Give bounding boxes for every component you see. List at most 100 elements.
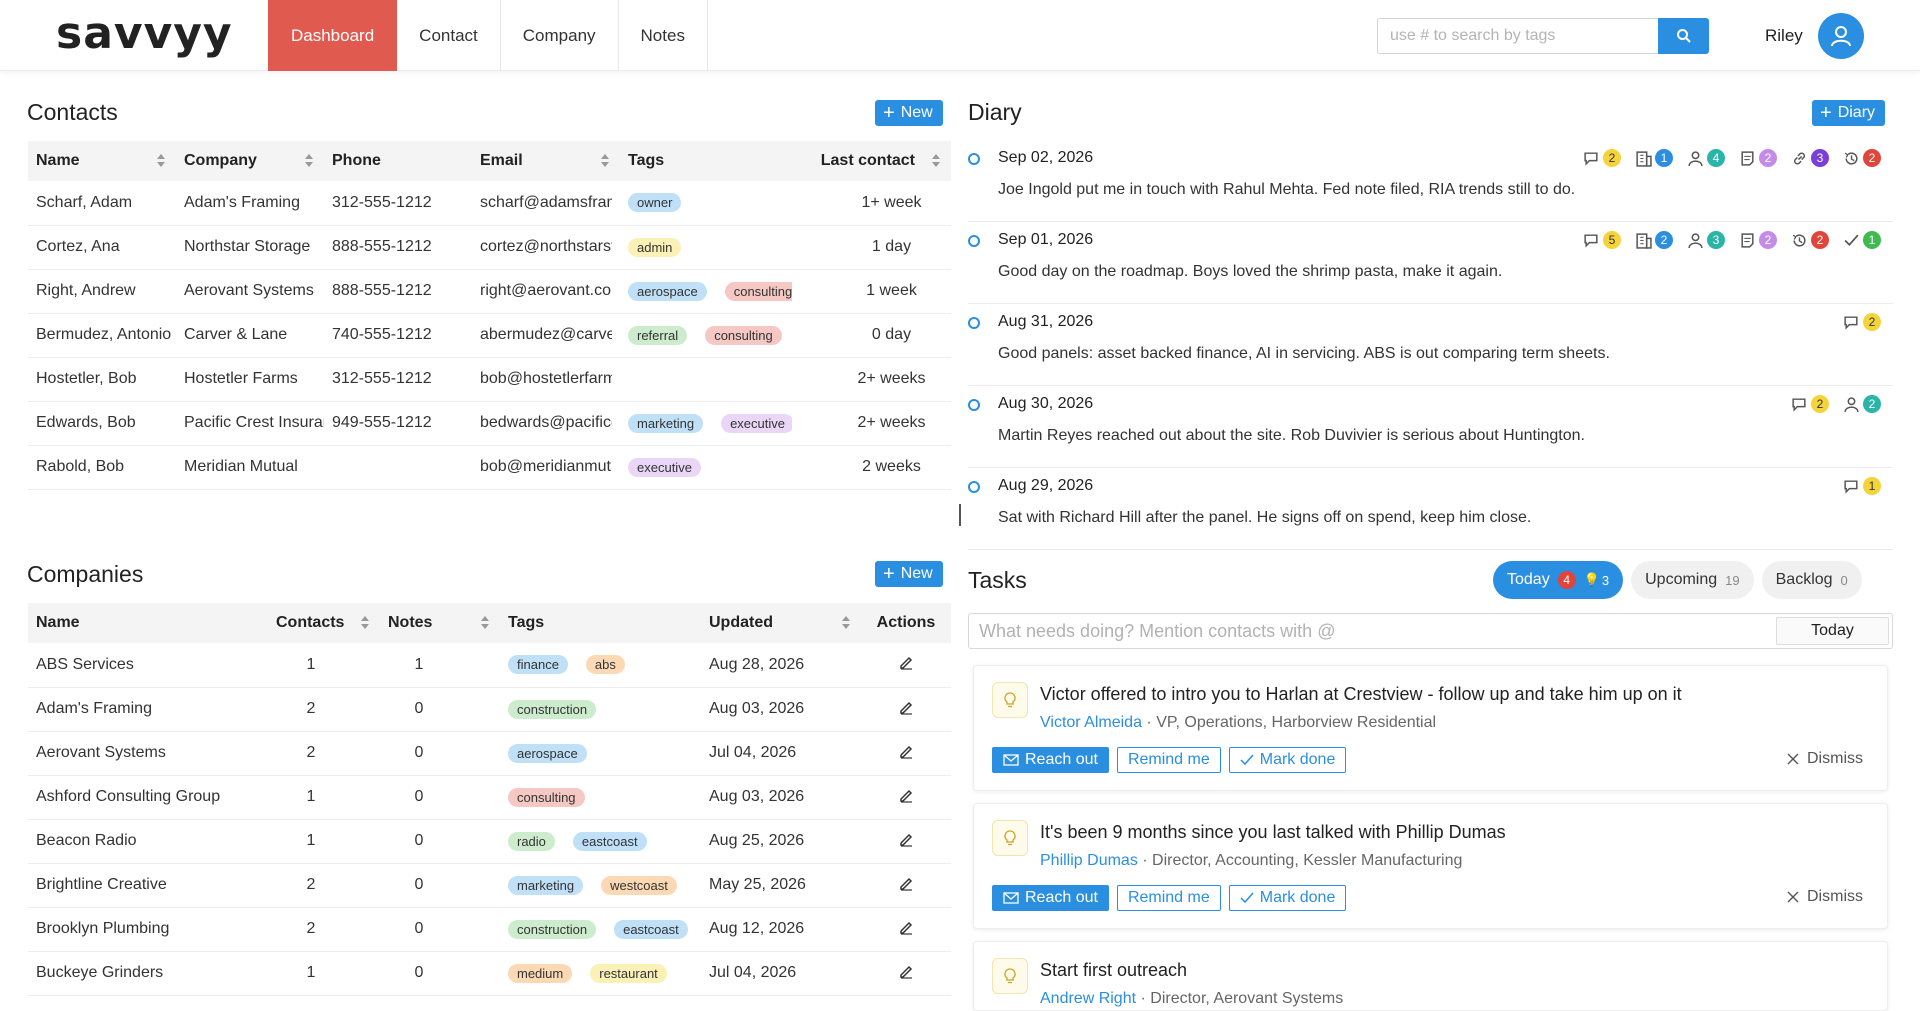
edit-icon[interactable] <box>898 963 914 979</box>
contact-name[interactable]: Bermudez, Antonio <box>28 313 176 358</box>
col-last-contact[interactable]: Last contact <box>800 141 951 181</box>
new-diary-button[interactable]: + Diary <box>1812 100 1886 126</box>
company-name[interactable]: Buckeye Grinders <box>28 951 268 996</box>
company-name[interactable]: Brightline Creative <box>28 863 268 908</box>
diary-badge[interactable]: 5 <box>1583 231 1621 249</box>
diary-badge[interactable]: 2 <box>1843 395 1881 413</box>
table-row[interactable]: Ashford Consulting Group 1 0 consulting Aug … <box>28 775 951 820</box>
tag-badge[interactable]: marketing <box>628 413 704 433</box>
company-name[interactable]: Beacon Radio <box>28 819 268 864</box>
task-contact-link[interactable]: Victor Almeida <box>1040 714 1142 731</box>
tag-badge[interactable]: restaurant <box>590 963 667 983</box>
tag-badge[interactable]: construction <box>508 699 597 719</box>
tag-badge[interactable]: construction <box>508 919 597 939</box>
tab-backlog[interactable]: Backlog 0 <box>1761 561 1862 599</box>
remind-me-button[interactable]: Remind me <box>1116 747 1221 773</box>
diary-badge[interactable]: 1 <box>1843 231 1881 249</box>
task-contact-link[interactable]: Andrew Right <box>1040 990 1136 1007</box>
contacts-scrollbar[interactable] <box>959 504 961 526</box>
edit-icon[interactable] <box>898 743 914 759</box>
company-name[interactable]: ABS Services <box>28 643 268 688</box>
edit-icon[interactable] <box>898 787 914 803</box>
contact-name[interactable]: Cortez, Ana <box>28 225 176 270</box>
tag-badge[interactable]: consulting <box>705 325 782 345</box>
tag-badge[interactable]: referral <box>628 325 688 345</box>
diary-badge[interactable]: 2 <box>1843 313 1881 331</box>
contact-name[interactable]: Scharf, Adam <box>28 181 176 226</box>
task-card[interactable]: It's been 9 months since you last talked… <box>973 803 1888 929</box>
tag-badge[interactable]: finance <box>508 655 568 675</box>
nav-notes[interactable]: Notes <box>619 0 708 71</box>
user-name[interactable]: Riley <box>1765 26 1803 46</box>
tag-badge[interactable]: owner <box>628 193 682 213</box>
tag-badge[interactable]: consulting <box>724 281 792 301</box>
col-company[interactable]: Company <box>176 141 324 181</box>
table-row[interactable]: Adam's Framing 2 0 construction Aug 03, 2026 <box>28 687 951 732</box>
company-name[interactable]: Aerovant Systems <box>28 731 268 776</box>
mark-done-button[interactable]: Mark done <box>1228 747 1347 773</box>
new-task-input[interactable] <box>968 613 1893 649</box>
table-row[interactable]: ABS Services 1 1 finance abs Aug 28, 2026 <box>28 643 951 688</box>
tag-search-input[interactable] <box>1377 18 1659 54</box>
diary-entry[interactable]: Sep 02, 2026 2 1 4 2 3 2 Joe Ingold put me in t… <box>968 140 1893 222</box>
sort-icon[interactable] <box>841 616 851 630</box>
col-updated[interactable]: Updated <box>701 603 861 643</box>
task-card[interactable]: Start first outreach Andrew Right · Direc… <box>973 941 1888 1011</box>
table-row[interactable]: Beacon Radio 1 0 radio eastcoast Aug 25, 2026 <box>28 819 951 864</box>
tag-badge[interactable]: marketing <box>508 875 584 895</box>
sort-icon[interactable] <box>931 154 941 168</box>
diary-badge[interactable]: 2 <box>1739 149 1777 167</box>
table-row[interactable]: Brightline Creative 2 0 marketing westcoast M… <box>28 863 951 908</box>
reach-out-button[interactable]: Reach out <box>992 747 1109 773</box>
diary-badge[interactable]: 2 <box>1583 149 1621 167</box>
table-row[interactable]: Edwards, BobPacific Crest Insurance949-5… <box>28 401 951 446</box>
table-row[interactable]: Brooklyn Plumbing 2 0 construction eastcoast… <box>28 907 951 952</box>
tag-badge[interactable]: admin <box>628 237 682 257</box>
diary-entry[interactable]: Aug 31, 2026 2 Good panels: asset backed f… <box>968 304 1893 386</box>
dismiss-button[interactable]: Dismiss <box>1787 888 1863 906</box>
col-email[interactable]: Email <box>472 141 620 181</box>
task-card[interactable]: Victor offered to intro you to Harlan at… <box>973 665 1888 791</box>
diary-badge[interactable]: 1 <box>1635 149 1673 167</box>
table-row[interactable]: Scharf, Adam Adam's Framing 312-555-1212 sc… <box>28 181 951 226</box>
tag-badge[interactable]: consulting <box>508 787 585 807</box>
table-row[interactable]: Rabold, Bob Meridian Mutual bob@meridianmu… <box>28 445 951 490</box>
contact-name[interactable]: Right, Andrew <box>28 269 176 314</box>
nav-contact[interactable]: Contact <box>397 0 501 71</box>
diary-badge[interactable]: 3 <box>1687 231 1725 249</box>
tag-badge[interactable]: aerospace <box>508 743 587 763</box>
tag-badge[interactable]: westcoast <box>601 875 677 895</box>
diary-entry[interactable]: Aug 29, 2026 1 Sat with Richard Hill after… <box>968 468 1893 550</box>
col-contacts[interactable]: Contacts <box>268 603 380 643</box>
tab-upcoming[interactable]: Upcoming 19 <box>1631 561 1754 599</box>
contact-name[interactable]: Rabold, Bob <box>28 445 176 490</box>
tag-badge[interactable]: medium <box>508 963 573 983</box>
tag-badge[interactable]: eastcoast <box>572 831 647 851</box>
remind-me-button[interactable]: Remind me <box>1116 885 1221 911</box>
diary-badge[interactable]: 2 <box>1791 395 1829 413</box>
diary-entry[interactable]: Sep 01, 2026 5 2 3 2 2 1 Good day on the roadma… <box>968 222 1893 304</box>
nav-dashboard[interactable]: Dashboard <box>268 0 398 71</box>
sort-icon[interactable] <box>600 154 610 168</box>
table-row[interactable]: Hostetler, Bob Hostetler Farms 312-555-121… <box>28 357 951 402</box>
sort-icon[interactable] <box>156 154 166 168</box>
diary-entry[interactable]: Aug 30, 2026 2 2 Martin Reyes reached out a… <box>968 386 1893 468</box>
diary-badge[interactable]: 1 <box>1843 477 1881 495</box>
new-company-button[interactable]: + New <box>875 561 943 587</box>
new-contact-button[interactable]: + New <box>875 100 943 126</box>
reach-out-button[interactable]: Reach out <box>992 885 1109 911</box>
tag-badge[interactable]: eastcoast <box>614 919 688 939</box>
sort-icon[interactable] <box>360 616 370 630</box>
col-name[interactable]: Name <box>28 141 176 181</box>
tag-badge[interactable]: executive <box>721 413 792 433</box>
table-row[interactable]: Aerovant Systems 2 0 aerospace Jul 04, 2026 <box>28 731 951 776</box>
sort-icon[interactable] <box>480 616 490 630</box>
contact-name[interactable]: Hostetler, Bob <box>28 357 176 402</box>
tag-badge[interactable]: abs <box>585 655 625 675</box>
sort-icon[interactable] <box>304 154 314 168</box>
tag-badge[interactable]: aerospace <box>628 281 707 301</box>
diary-badge[interactable]: 2 <box>1739 231 1777 249</box>
user-avatar[interactable] <box>1818 13 1864 59</box>
table-row[interactable]: Bermudez, Antonio Carver & Lane 740-555-12… <box>28 313 951 358</box>
tab-today[interactable]: Today 4 💡 3 <box>1493 561 1624 599</box>
